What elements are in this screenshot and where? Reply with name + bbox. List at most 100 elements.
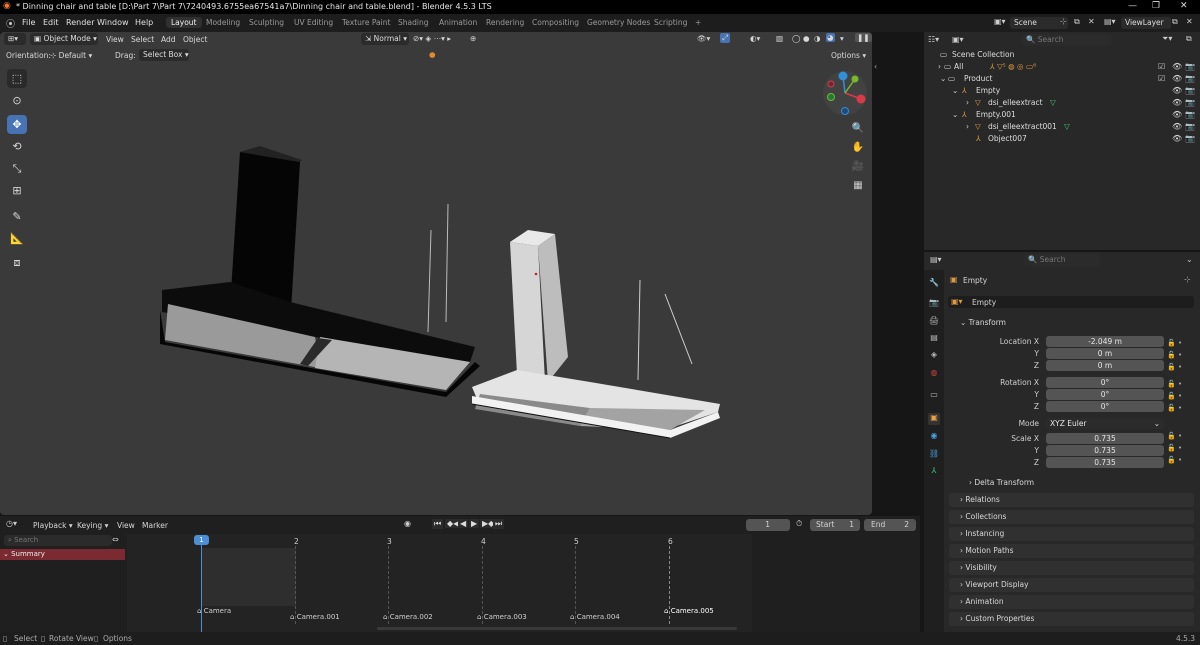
- location-x-field[interactable]: -2.049 m: [1046, 336, 1164, 347]
- scale-tool-icon[interactable]: ⤡: [7, 159, 27, 178]
- orientation-dropdown[interactable]: ⊹ Default ▾: [50, 51, 92, 60]
- render-camera-icon[interactable]: 📷: [1185, 98, 1195, 107]
- gizmo-toggle-icon[interactable]: ⤢: [720, 33, 730, 43]
- data-name-field[interactable]: Empty: [972, 298, 996, 307]
- relations-panel-header[interactable]: › Relations: [949, 493, 1194, 507]
- pause-render-icon[interactable]: ❚❚: [855, 33, 872, 42]
- motion-paths-panel-header[interactable]: › Motion Paths: [949, 544, 1194, 558]
- navigation-gizmo[interactable]: [822, 70, 868, 116]
- clock-icon[interactable]: ⏱: [796, 519, 802, 529]
- delta-transform-panel-header[interactable]: › Delta Transform: [958, 476, 1194, 490]
- scale-y-field[interactable]: 0.735: [1046, 445, 1164, 456]
- render-camera-icon[interactable]: 📷: [1185, 122, 1195, 131]
- world-tab-icon[interactable]: ◍: [928, 368, 940, 380]
- object-tab-icon[interactable]: ▣: [928, 413, 940, 425]
- viewport-sidebar-toggle-icon[interactable]: ‹: [874, 62, 877, 71]
- collection-tab-icon[interactable]: ▭: [928, 390, 940, 402]
- gizmo-y-axis[interactable]: [851, 75, 859, 83]
- end-frame-field[interactable]: End 2: [864, 519, 916, 531]
- outliner-row-scene-collection[interactable]: ▭ Scene Collection: [924, 50, 1200, 62]
- add-workspace-button[interactable]: +: [690, 17, 706, 28]
- tab-animation[interactable]: Animation: [434, 17, 482, 28]
- properties-options-icon[interactable]: ⌄: [1186, 255, 1193, 264]
- rotation-x-field[interactable]: 0°: [1046, 377, 1164, 388]
- camera-marker[interactable]: ⌂ Camera.004: [570, 613, 620, 621]
- tool-tab-icon[interactable]: 🔧: [928, 278, 940, 290]
- delete-scene-icon[interactable]: ✕: [1088, 17, 1095, 26]
- scale-x-field[interactable]: 0.735: [1046, 433, 1164, 444]
- view-layer-field[interactable]: ViewLayer: [1121, 17, 1171, 29]
- rotation-z-field[interactable]: 0°: [1046, 401, 1164, 412]
- summary-channel[interactable]: ⌄ Summary: [0, 549, 125, 560]
- view-menu[interactable]: View: [106, 35, 124, 44]
- lock-rotation-z-icon[interactable]: 🔓 •: [1167, 402, 1187, 414]
- playhead-marker[interactable]: 1: [194, 535, 209, 545]
- menu-help[interactable]: Help: [135, 18, 153, 27]
- editor-type-button[interactable]: ⊞▾: [4, 33, 26, 45]
- pin-icon[interactable]: ⊹: [1184, 275, 1191, 284]
- drag-dropdown[interactable]: Select Box ▾: [139, 49, 189, 61]
- close-button[interactable]: ✕: [1180, 1, 1188, 11]
- physics-tab-icon[interactable]: ◉: [928, 431, 940, 443]
- render-camera-icon[interactable]: 📷: [1185, 86, 1195, 95]
- visibility-eye-icon[interactable]: 👁: [1172, 134, 1182, 143]
- dopesheet-area[interactable]: 1: [127, 534, 752, 632]
- viewport-display-panel-header[interactable]: › Viewport Display: [949, 578, 1194, 592]
- constraints-tab-icon[interactable]: ⛓: [928, 449, 940, 461]
- outliner-display-mode-icon[interactable]: ▣▾: [952, 35, 964, 44]
- gizmo-x-axis[interactable]: [856, 94, 866, 104]
- view-layer-tab-icon[interactable]: ▤: [928, 333, 940, 345]
- outliner-row-product[interactable]: ⌄ ▭ Product ☑ 👁 📷: [924, 74, 1200, 86]
- viewport-3d[interactable]: ⊞▾ ▣ Object Mode ▾ View Select Add Objec…: [0, 32, 872, 515]
- swap-icon[interactable]: ⇔: [112, 535, 119, 544]
- mode-dropdown[interactable]: ▣ Object Mode ▾: [30, 33, 98, 45]
- instancing-panel-header[interactable]: › Instancing: [949, 527, 1194, 541]
- location-z-field[interactable]: 0 m: [1046, 360, 1164, 371]
- move-tool-icon[interactable]: ✥: [7, 115, 27, 134]
- playhead-line[interactable]: [201, 544, 202, 632]
- lock-scale-x-icon[interactable]: 🔓 •: [1167, 430, 1187, 442]
- lock-scale-y-icon[interactable]: 🔓 •: [1167, 442, 1187, 454]
- select-menu[interactable]: Select: [131, 35, 154, 44]
- new-collection-icon[interactable]: ⧉: [1186, 34, 1192, 44]
- rotation-y-field[interactable]: 0°: [1046, 389, 1164, 400]
- channel-search-input[interactable]: ⌕ Search: [4, 535, 112, 546]
- menu-file[interactable]: File: [22, 18, 35, 27]
- camera-marker[interactable]: ⌂ Camera.003: [477, 613, 527, 621]
- object-menu[interactable]: Object: [183, 35, 207, 44]
- outliner-search-input[interactable]: 🔍 Search: [1022, 34, 1112, 46]
- lock-location-x-icon[interactable]: 🔓 •: [1167, 337, 1187, 349]
- tab-modeling[interactable]: Modeling: [201, 17, 245, 28]
- maximize-button[interactable]: ❐: [1152, 1, 1160, 11]
- camera-marker-active[interactable]: ⌂ Camera.005: [664, 607, 714, 615]
- render-camera-icon[interactable]: 📷: [1185, 134, 1195, 143]
- pan-hand-icon[interactable]: ✋: [850, 140, 866, 156]
- visibility-icon[interactable]: 👁▾: [697, 34, 710, 43]
- lock-location-y-icon[interactable]: 🔓 •: [1167, 349, 1187, 361]
- shading-material-icon[interactable]: ◑: [814, 34, 821, 43]
- pivot-dropdown[interactable]: ⇲ Normal ▾: [361, 33, 409, 45]
- auto-keying-icon[interactable]: ◉: [404, 519, 411, 528]
- scale-z-field[interactable]: 0.735: [1046, 457, 1164, 468]
- outliner-row-all[interactable]: › ▭ All ⅄ ▽⁵ ◍ ◎ ▭⁶ ☑ 👁 📷: [924, 62, 1200, 74]
- tab-texture-paint[interactable]: Texture Paint: [337, 17, 395, 28]
- tab-rendering[interactable]: Rendering: [481, 17, 529, 28]
- delete-view-layer-icon[interactable]: ✕: [1186, 17, 1193, 26]
- animation-panel-header[interactable]: › Animation: [949, 595, 1194, 609]
- play-reverse-icon[interactable]: ◀: [458, 519, 469, 528]
- timeline-view-menu[interactable]: View: [117, 521, 135, 530]
- visibility-eye-icon[interactable]: 👁: [1172, 62, 1182, 71]
- lock-rotation-y-icon[interactable]: 🔓 •: [1167, 390, 1187, 402]
- visibility-eye-icon[interactable]: 👁: [1172, 98, 1182, 107]
- select-box-tool-icon[interactable]: ⬚: [7, 69, 27, 88]
- visibility-eye-icon[interactable]: 👁: [1172, 122, 1182, 131]
- properties-search-input[interactable]: 🔍 Search: [1024, 254, 1100, 266]
- exclude-checkbox[interactable]: ☑: [1158, 74, 1165, 83]
- tab-scripting[interactable]: Scripting: [649, 17, 692, 28]
- camera-marker[interactable]: ⌂ Camera.002: [383, 613, 433, 621]
- perspective-grid-icon[interactable]: ▦: [850, 178, 866, 194]
- visibility-eye-icon[interactable]: 👁: [1172, 86, 1182, 95]
- visibility-panel-header[interactable]: › Visibility: [949, 561, 1194, 575]
- tab-compositing[interactable]: Compositing: [527, 17, 584, 28]
- collapse-chevron-icon[interactable]: ⌄: [940, 74, 946, 83]
